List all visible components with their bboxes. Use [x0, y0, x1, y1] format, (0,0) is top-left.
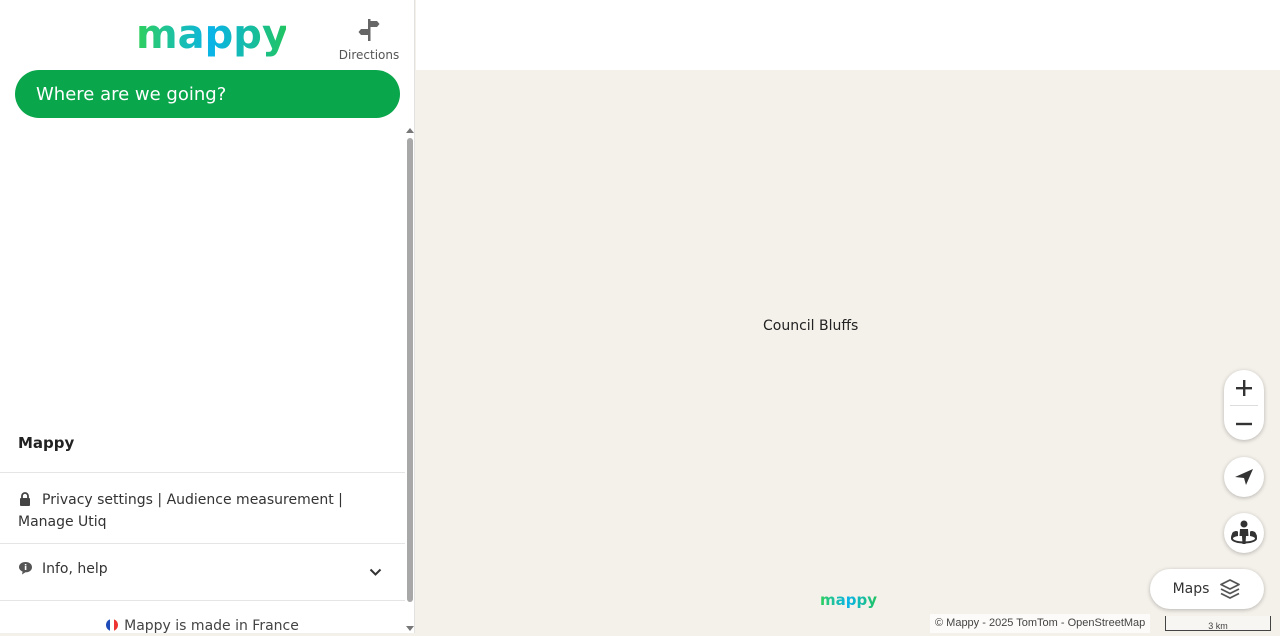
- locate-button[interactable]: [1224, 457, 1264, 497]
- mappy-watermark-icon: mappy: [820, 591, 877, 609]
- scroll-thumb[interactable]: [407, 138, 413, 602]
- info-help-label: Info, help: [42, 561, 108, 577]
- scroll-down-icon[interactable]: [406, 626, 414, 631]
- sidebar: mappy Directions Where are we going? Map…: [0, 0, 415, 633]
- divider: [0, 543, 405, 544]
- made-in-text: Mappy is made in France: [124, 618, 299, 633]
- svg-text:mappy: mappy: [136, 16, 286, 58]
- map-mappy-watermark: mappy: [820, 591, 878, 614]
- street-view-button[interactable]: [1224, 513, 1264, 553]
- map-attribution[interactable]: © Mappy - 2025 TomTom - OpenStreetMap: [930, 614, 1151, 633]
- zoom-out-icon: [1236, 422, 1252, 425]
- privacy-links[interactable]: Privacy settings | Audience measurement …: [18, 490, 388, 532]
- made-in-france: Mappy is made in France: [0, 618, 405, 633]
- zoom-in-icon: [1236, 379, 1252, 396]
- directions-label: Directions: [338, 48, 400, 62]
- svg-text:mappy: mappy: [820, 592, 877, 609]
- directions-button[interactable]: Directions: [336, 18, 402, 62]
- privacy-text[interactable]: Privacy settings | Audience measurement …: [18, 492, 343, 530]
- divider: [0, 600, 405, 601]
- layers-icon: [1220, 579, 1241, 599]
- france-flag-icon: [106, 619, 119, 631]
- map-city-label[interactable]: Council Bluffs: [763, 318, 858, 334]
- map-top-bar: [416, 0, 1280, 70]
- section-title: Mappy: [18, 434, 75, 452]
- lock-icon: [18, 492, 42, 512]
- scroll-up-icon[interactable]: [406, 128, 414, 133]
- info-help-toggle[interactable]: Info, help: [18, 561, 388, 583]
- locate-icon: [1235, 469, 1253, 485]
- map-canvas[interactable]: [416, 70, 1280, 633]
- zoom-controls: [1224, 370, 1264, 440]
- divider: [0, 472, 405, 473]
- search-button[interactable]: Where are we going?: [15, 70, 400, 118]
- street-view-icon: [1231, 520, 1257, 544]
- mappy-logo-icon: mappy: [136, 12, 288, 58]
- map-scale: 3 km: [1165, 616, 1271, 631]
- chevron-down-icon[interactable]: [369, 565, 382, 581]
- maps-layers-button[interactable]: Maps: [1150, 569, 1264, 609]
- info-bubble-icon: [18, 561, 42, 579]
- zoom-in-button[interactable]: [1224, 370, 1264, 405]
- sidebar-scrollbar[interactable]: [405, 126, 414, 633]
- mappy-logo[interactable]: mappy: [136, 12, 288, 62]
- signpost-icon: [358, 19, 380, 41]
- maps-button-label: Maps: [1172, 581, 1210, 597]
